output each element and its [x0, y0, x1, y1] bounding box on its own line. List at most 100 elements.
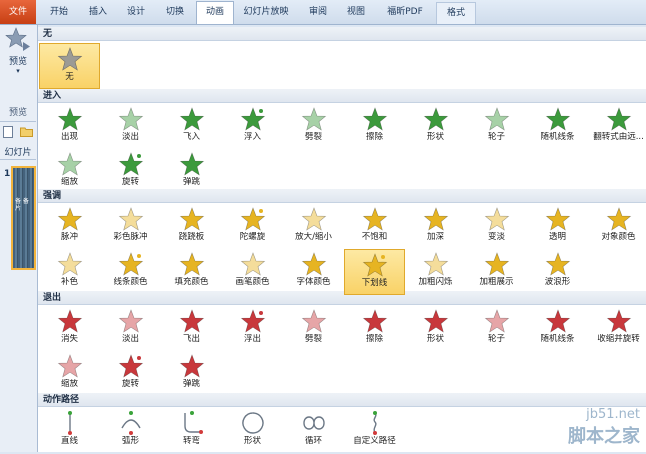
star-exit-icon [57, 354, 82, 378]
gallery-item-entrance[interactable]: 劈裂 [283, 104, 344, 150]
gallery-item-motion[interactable]: 转弯 [161, 408, 222, 454]
star-exit-icon [545, 309, 570, 333]
slides-tab[interactable]: 幻灯片 [0, 145, 36, 158]
gallery-item-exit[interactable]: 旋转 [100, 351, 161, 397]
gallery-item-label: 加深 [426, 232, 444, 242]
tab-view[interactable]: 视图 [338, 2, 374, 23]
gallery-item-emphasis[interactable]: 跷跷板 [161, 204, 222, 250]
gallery-item-entrance[interactable]: 出现 [39, 104, 100, 150]
gallery-item-label: 飞出 [182, 334, 200, 344]
chevron-down-icon[interactable]: ▾ [0, 67, 36, 75]
gallery-item-motion[interactable]: 弧形 [100, 408, 161, 454]
gallery-item-none[interactable]: 无 [39, 43, 100, 89]
gallery-item-entrance[interactable]: 缩放 [39, 149, 100, 195]
gallery-item-label: 对象颜色 [601, 232, 636, 242]
gallery-item-exit[interactable]: 擦除 [344, 306, 405, 352]
gallery-item-emphasis[interactable]: 补色 [39, 249, 100, 295]
motion-path-icon [241, 412, 264, 434]
gallery-item-emphasis[interactable]: 不饱和 [344, 204, 405, 250]
gallery-item-entrance[interactable]: 形状 [405, 104, 466, 150]
motion-path-icon [372, 411, 377, 435]
gallery-item-emphasis[interactable]: 加粗闪烁 [405, 249, 466, 295]
tab-home[interactable]: 开始 [41, 2, 77, 23]
gallery-item-exit[interactable]: 轮子 [466, 306, 527, 352]
gallery-item-label: 形状 [243, 436, 261, 446]
gallery-item-label: 不饱和 [361, 232, 388, 242]
slides-divider [0, 159, 36, 160]
star-entrance-icon [118, 152, 143, 176]
gallery-item-emphasis[interactable]: 填充颜色 [161, 249, 222, 295]
star-exit-icon [118, 309, 143, 333]
gallery-item-emphasis[interactable]: 脉冲 [39, 204, 100, 250]
star-exit-icon [118, 354, 143, 378]
gallery-item-emphasis[interactable]: 放大/缩小 [283, 204, 344, 250]
tab-slideshow[interactable]: 幻灯片放映 [237, 2, 295, 23]
star-entrance-icon [545, 107, 570, 131]
gallery-item-emphasis[interactable]: 透明 [527, 204, 588, 250]
slide-thumbnail[interactable]: 备 备 片 [11, 166, 36, 270]
gallery-item-emphasis[interactable]: 变淡 [466, 204, 527, 250]
tab-foxit-pdf[interactable]: 福昕PDF [378, 2, 432, 23]
gallery-item-entrance[interactable]: 飞入 [161, 104, 222, 150]
tab-animations[interactable]: 动画 [196, 1, 234, 24]
gallery-item-emphasis[interactable]: 加深 [405, 204, 466, 250]
gallery-item-entrance[interactable]: 淡出 [100, 104, 161, 150]
gallery-item-exit[interactable]: 飞出 [161, 306, 222, 352]
gallery-item-exit[interactable]: 淡出 [100, 306, 161, 352]
gallery-item-entrance[interactable]: 翻转式由远... [588, 104, 646, 150]
star-emphasis-icon [545, 252, 570, 276]
motion-path-icon [183, 411, 203, 434]
star-emphasis-icon [362, 253, 387, 277]
gallery-item-exit[interactable]: 形状 [405, 306, 466, 352]
gallery-item-motion[interactable]: 直线 [39, 408, 100, 454]
tab-insert[interactable]: 插入 [80, 2, 116, 23]
outline-view-icon[interactable] [3, 126, 14, 141]
gallery-item-label: 循环 [304, 436, 322, 446]
gallery-item-emphasis[interactable]: 加粗展示 [466, 249, 527, 295]
star-exit-icon [301, 309, 326, 333]
gallery-item-exit[interactable]: 缩放 [39, 351, 100, 397]
gallery-item-emphasis[interactable]: 字体颜色 [283, 249, 344, 295]
gallery-item-label: 透明 [548, 232, 566, 242]
gallery-item-emphasis[interactable]: 彩色脉冲 [100, 204, 161, 250]
gallery-item-label: 线条颜色 [113, 277, 148, 287]
gallery-item-entrance[interactable]: 轮子 [466, 104, 527, 150]
gallery-item-entrance[interactable]: 旋转 [100, 149, 161, 195]
gallery-item-emphasis[interactable]: 对象颜色 [588, 204, 646, 250]
tab-review[interactable]: 审阅 [300, 2, 336, 23]
star-emphasis-icon [118, 207, 143, 231]
gallery-item-label: 淡出 [121, 334, 139, 344]
gallery-item-label: 弧形 [121, 436, 139, 446]
gallery-item-entrance[interactable]: 擦除 [344, 104, 405, 150]
star-emphasis-icon [423, 207, 448, 231]
preview-star-icon [5, 27, 30, 51]
gallery-item-entrance[interactable]: 弹跳 [161, 149, 222, 195]
gallery-item-entrance[interactable]: 浮入 [222, 104, 283, 150]
gallery-item-exit[interactable]: 浮出 [222, 306, 283, 352]
folder-icon[interactable] [20, 126, 33, 140]
gallery-item-exit[interactable]: 消失 [39, 306, 100, 352]
gallery-item-emphasis[interactable]: 波浪形 [527, 249, 588, 295]
gallery-item-exit[interactable]: 劈裂 [283, 306, 344, 352]
preview-button[interactable]: 预览 ▾ [0, 27, 36, 93]
group-divider [0, 121, 36, 122]
tab-format[interactable]: 格式 [436, 2, 476, 24]
gallery-item-emphasis-selected[interactable]: 下划线 [344, 249, 405, 295]
gallery-item-motion[interactable]: 自定义路径 [344, 408, 405, 454]
star-entrance-icon [118, 107, 143, 131]
gallery-item-exit[interactable]: 弹跳 [161, 351, 222, 397]
tab-file[interactable]: 文件 [0, 0, 36, 24]
gallery-item-entrance[interactable]: 随机线条 [527, 104, 588, 150]
gallery-item-exit[interactable]: 收缩并旋转 [588, 306, 646, 352]
gallery-item-label: 收缩并旋转 [597, 334, 640, 344]
gallery-item-motion[interactable]: 循环 [283, 408, 344, 454]
gallery-item-label: 波浪形 [544, 277, 571, 287]
tab-design[interactable]: 设计 [118, 2, 154, 23]
gallery-item-emphasis[interactable]: 画笔颜色 [222, 249, 283, 295]
gallery-item-motion[interactable]: 形状 [222, 408, 283, 454]
gallery-item-emphasis[interactable]: 线条颜色 [100, 249, 161, 295]
gallery-item-emphasis[interactable]: 陀螺旋 [222, 204, 283, 250]
group-label-preview: 预览 [8, 108, 27, 118]
tab-transitions[interactable]: 切换 [157, 2, 193, 23]
gallery-item-exit[interactable]: 随机线条 [527, 306, 588, 352]
